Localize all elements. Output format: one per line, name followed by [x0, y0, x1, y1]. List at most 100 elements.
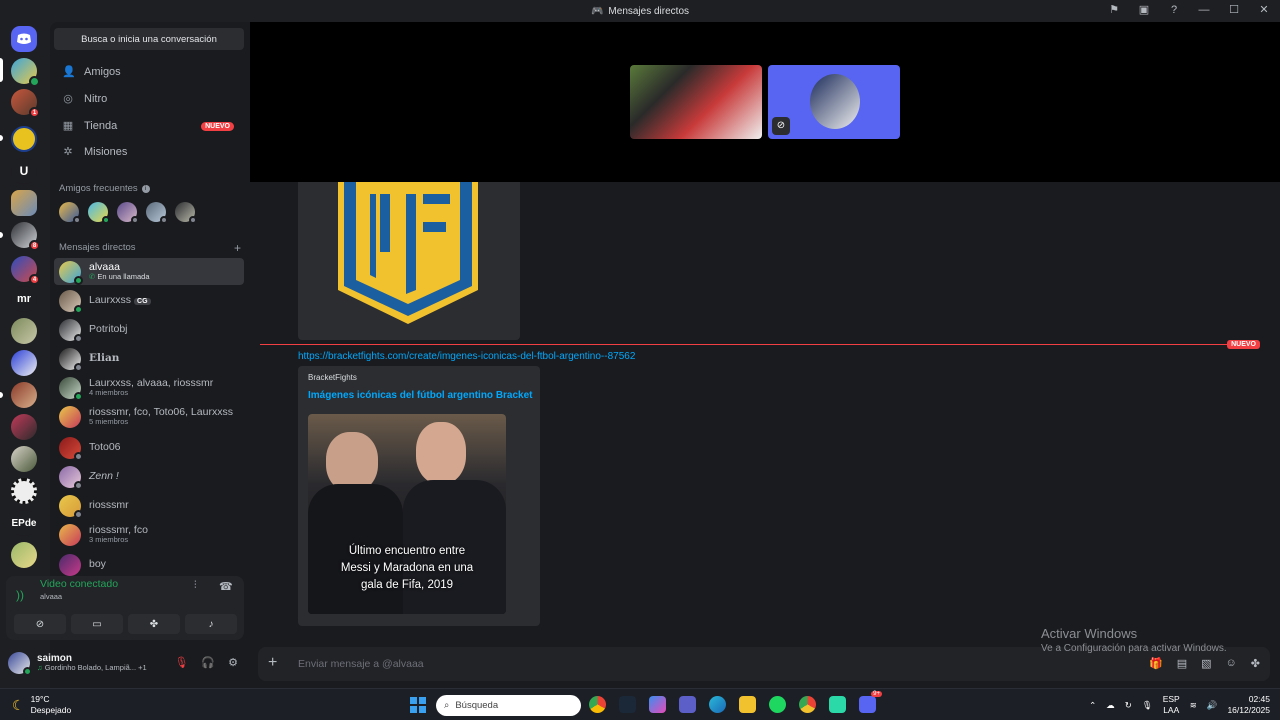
steam-icon[interactable] [619, 696, 636, 713]
message-link[interactable]: https://bracketfights.com/create/imgenes… [298, 351, 635, 362]
avatar[interactable] [88, 202, 110, 224]
apps-icon[interactable]: ✤ [1251, 657, 1260, 670]
soundboard-button[interactable]: ♪ [185, 614, 237, 634]
server-icon[interactable] [11, 446, 37, 472]
embed-provider[interactable]: BracketFights [308, 373, 357, 382]
weather-widget[interactable]: ☾ 19°C Despejado [12, 694, 71, 716]
dm-item[interactable]: riosssmr, fco, Toto06, Laurxxss 5 miembr… [54, 403, 244, 430]
embed-photo[interactable]: Último encuentro entre Messi y Maradona … [308, 414, 506, 614]
minimize-button[interactable]: — [1196, 4, 1212, 16]
edge-icon[interactable] [709, 696, 726, 713]
server-icon[interactable]: 4 [11, 256, 40, 285]
screen-share-button[interactable]: ▭ [71, 614, 123, 634]
gif-icon[interactable]: ▤ [1177, 657, 1187, 670]
avatar[interactable] [117, 202, 139, 224]
server-icon[interactable]: 1 [11, 89, 40, 118]
dm-item[interactable]: Toto06 [54, 434, 244, 461]
window-title: 🎮 Mensajes directos [591, 6, 689, 17]
nav-nitro[interactable]: ◎ Nitro [54, 87, 244, 111]
info-icon[interactable]: i [141, 184, 150, 193]
nav-quests[interactable]: ✲ Misiones [54, 140, 244, 164]
sticker-icon[interactable]: ▧ [1201, 657, 1211, 670]
server-icon[interactable]: 8 [11, 222, 40, 251]
noise-suppression-icon[interactable]: ⫶ [194, 580, 197, 591]
file-explorer-icon[interactable] [739, 696, 756, 713]
chrome-icon[interactable] [589, 696, 606, 713]
embed-image[interactable] [298, 182, 520, 340]
video-tile[interactable]: ⊘ [768, 65, 900, 139]
avatar[interactable] [146, 202, 168, 224]
headphones-icon[interactable]: 🎧 [201, 656, 215, 669]
copilot-icon[interactable] [649, 696, 666, 713]
frequent-friends [59, 202, 197, 224]
server-icon[interactable]: U [11, 158, 37, 184]
message-input[interactable]: Enviar mensaje a @alvaaa [298, 658, 424, 670]
dm-item[interactable]: riosssmr, fco 3 miembros [54, 521, 244, 548]
lang-line: LAA [1163, 705, 1180, 715]
avatar[interactable] [59, 202, 81, 224]
gift-icon[interactable]: 🎁 [1149, 657, 1163, 670]
dm-name: Toto06 [89, 440, 121, 453]
wifi-icon[interactable]: ≋ [1190, 700, 1197, 711]
chrome-alt-icon[interactable] [799, 696, 816, 713]
add-dm-icon[interactable]: + [234, 241, 241, 255]
spotify-icon[interactable] [769, 696, 786, 713]
clock[interactable]: 02:45 16/12/2025 [1227, 694, 1270, 716]
disconnect-icon[interactable]: ☎ [219, 580, 233, 593]
add-attachment-icon[interactable]: + [268, 655, 277, 671]
mic-icon[interactable]: 🎙 [1142, 700, 1153, 711]
dm-item[interactable]: Laurxxss CG [54, 287, 244, 314]
server-icon[interactable] [11, 542, 37, 568]
video-tile[interactable] [630, 65, 762, 139]
dm-item[interactable]: riosssmr [54, 492, 244, 519]
discord-taskbar-icon[interactable]: 9+ [859, 691, 882, 713]
server-icon[interactable]: mr [11, 286, 37, 312]
discord-badge: 9+ [871, 691, 882, 697]
taskbar-search[interactable]: ⌕ Búsqueda [436, 695, 581, 716]
sync-icon[interactable]: ↻ [1125, 700, 1132, 711]
dm-item[interactable]: boy [54, 551, 244, 578]
search-icon: ⌕ [444, 700, 450, 711]
mic-muted-icon[interactable]: 🎙 [174, 656, 188, 669]
emoji-icon[interactable]: ☺ [1226, 657, 1237, 670]
maximize-button[interactable]: ☐ [1226, 3, 1242, 16]
dm-item[interactable]: Zenn ! [54, 463, 244, 490]
teams-icon[interactable] [679, 696, 696, 713]
server-icon[interactable] [11, 478, 37, 504]
inbox-icon[interactable]: ⚑ [1106, 3, 1122, 16]
server-icon[interactable]: EPde [11, 510, 37, 536]
avatar[interactable] [175, 202, 197, 224]
embed-title[interactable]: Imágenes icónicas del fútbol argentino B… [308, 390, 533, 401]
home-button[interactable] [11, 26, 37, 52]
app-icon[interactable] [829, 696, 846, 713]
dm-item[interactable]: Elian [54, 345, 244, 372]
activities-button[interactable]: ✤ [128, 614, 180, 634]
close-button[interactable]: ✕ [1256, 3, 1272, 16]
camera-off-button[interactable]: ⊘ [14, 614, 66, 634]
server-icon[interactable] [11, 190, 37, 216]
server-icon[interactable] [11, 414, 37, 440]
screen-icon[interactable]: ▣ [1136, 3, 1152, 16]
help-icon[interactable]: ? [1166, 4, 1182, 16]
server-icon[interactable] [11, 382, 37, 408]
language-indicator[interactable]: ESP LAA [1163, 694, 1180, 716]
dm-item[interactable]: Laurxxss, alvaaa, riosssmr 4 miembros [54, 374, 244, 401]
search-bar[interactable]: Busca o inicia una conversación [54, 28, 244, 50]
server-icon[interactable] [11, 58, 40, 87]
dm-item-alvaaa[interactable]: alvaaa ✆ En una llamada [54, 258, 244, 285]
cloud-icon[interactable]: ☁ [1106, 700, 1115, 711]
phone-icon: ✆ [89, 272, 96, 282]
nav-shop[interactable]: ▦ Tienda NUEVO [54, 114, 244, 138]
settings-icon[interactable]: ⚙ [228, 656, 238, 669]
voice-status-text[interactable]: Video conectado [40, 578, 118, 590]
server-icon[interactable] [11, 318, 37, 344]
dm-name: Zenn ! [89, 469, 119, 482]
dm-item[interactable]: Potritobj [54, 316, 244, 343]
chevron-up-icon[interactable]: ⌃ [1089, 700, 1096, 711]
server-icon[interactable] [11, 126, 37, 152]
avatar[interactable] [8, 652, 32, 676]
start-button[interactable] [410, 697, 426, 713]
volume-icon[interactable]: 🔊 [1207, 700, 1218, 711]
nav-friends[interactable]: 👤 Amigos [54, 60, 244, 84]
server-icon[interactable] [11, 350, 37, 376]
